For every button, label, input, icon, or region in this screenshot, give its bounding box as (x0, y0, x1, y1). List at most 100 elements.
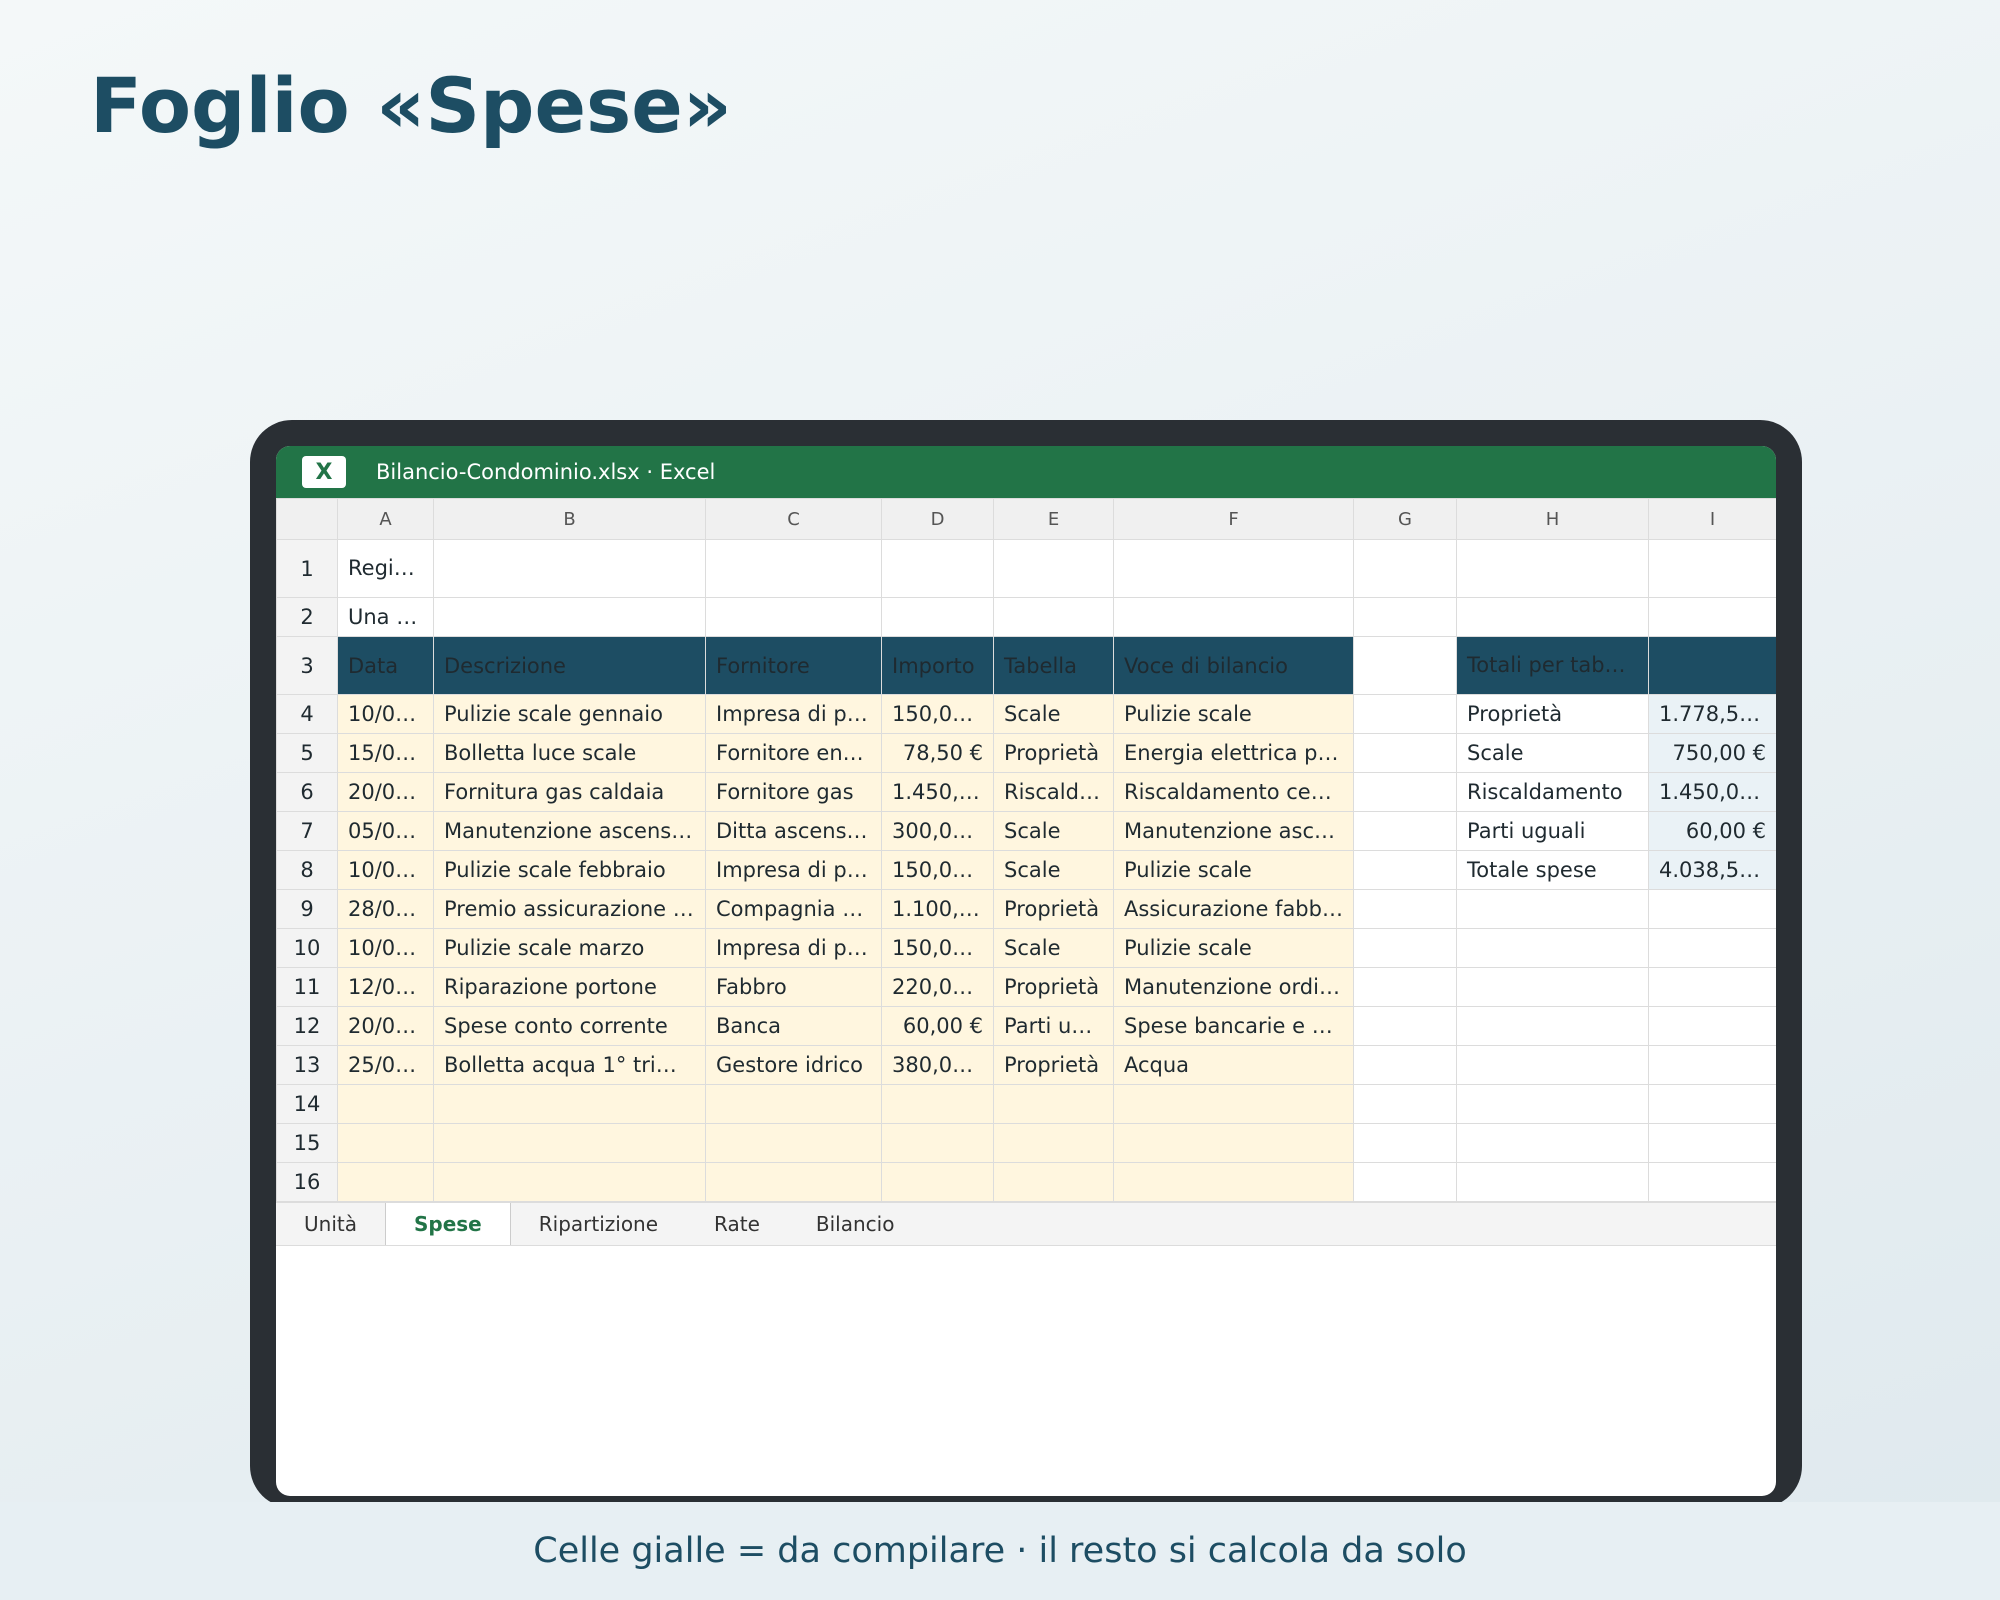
input-cell[interactable]: Pulizie scale marzo (433, 928, 706, 968)
row-number[interactable]: 11 (276, 967, 338, 1007)
grid-cell[interactable] (1648, 1045, 1776, 1085)
input-cell[interactable] (881, 1162, 994, 1202)
column-header-e[interactable]: E (993, 498, 1114, 540)
input-cell[interactable] (1113, 1123, 1354, 1163)
input-cell[interactable]: 220,00 € (881, 967, 994, 1007)
grid-cell[interactable] (1456, 1123, 1649, 1163)
totals-value-cell[interactable]: 1.450,00 € (1648, 772, 1776, 812)
input-cell[interactable]: Scale (993, 850, 1114, 890)
input-cell[interactable]: Impresa di pulizie (705, 694, 882, 734)
input-cell[interactable]: 300,00 € (881, 811, 994, 851)
grid-cell[interactable] (993, 539, 1114, 598)
input-cell[interactable]: 150,00 € (881, 850, 994, 890)
grid-cell[interactable] (1648, 889, 1776, 929)
grid-cell[interactable] (1353, 889, 1457, 929)
totals-label-cell[interactable]: Parti uguali (1456, 811, 1649, 851)
input-cell[interactable]: 380,00 € (881, 1045, 994, 1085)
table-header-cell[interactable]: Importo (881, 636, 994, 695)
grid-cell[interactable] (1456, 597, 1649, 637)
grid-cell[interactable] (1456, 1162, 1649, 1202)
row-number[interactable]: 16 (276, 1162, 338, 1202)
row-number[interactable]: 10 (276, 928, 338, 968)
input-cell[interactable] (337, 1123, 434, 1163)
input-cell[interactable]: 10/01/2025 (337, 694, 434, 734)
input-cell[interactable]: Compagnia assicurativa (705, 889, 882, 929)
grid-cell[interactable] (993, 597, 1114, 637)
input-cell[interactable]: Pulizie scale (1113, 928, 1354, 968)
totals-label-cell[interactable]: Riscaldamento (1456, 772, 1649, 812)
row-number[interactable]: 7 (276, 811, 338, 851)
input-cell[interactable]: Pulizie scale febbraio (433, 850, 706, 890)
grid-cell[interactable] (1353, 811, 1457, 851)
input-cell[interactable] (705, 1123, 882, 1163)
grid-cell[interactable] (1456, 1084, 1649, 1124)
input-cell[interactable]: 25/03/2025 (337, 1045, 434, 1085)
grid-cell[interactable] (433, 597, 706, 637)
row-number[interactable]: 3 (276, 636, 338, 695)
row-number[interactable]: 6 (276, 772, 338, 812)
grid-cell[interactable] (1353, 967, 1457, 1007)
grid-cell[interactable] (1648, 539, 1776, 598)
grid-cell[interactable] (1113, 597, 1354, 637)
input-cell[interactable]: Scale (993, 811, 1114, 851)
grid-cell[interactable] (1456, 889, 1649, 929)
totals-label-cell[interactable]: Totale spese (1456, 850, 1649, 890)
table-header-cell[interactable]: Fornitore (705, 636, 882, 695)
column-header-d[interactable]: D (881, 498, 994, 540)
row-number[interactable]: 14 (276, 1084, 338, 1124)
input-cell[interactable]: Bolletta acqua 1° trimestre (433, 1045, 706, 1085)
totals-header-cell[interactable]: Totali per tabella (1456, 636, 1649, 695)
grid-cell[interactable] (1648, 1084, 1776, 1124)
sheet-tab-1[interactable]: Unità (276, 1203, 385, 1245)
grid-cell[interactable] (1353, 597, 1457, 637)
input-cell[interactable]: Proprietà (993, 733, 1114, 773)
input-cell[interactable]: Proprietà (993, 889, 1114, 929)
row-number[interactable]: 13 (276, 1045, 338, 1085)
input-cell[interactable]: Fabbro (705, 967, 882, 1007)
table-header-cell[interactable]: Tabella (993, 636, 1114, 695)
input-cell[interactable]: 150,00 € (881, 928, 994, 968)
totals-header-value-cell[interactable] (1648, 636, 1776, 695)
sheet-title-cell[interactable]: Registro spese (337, 539, 434, 598)
row-number[interactable]: 15 (276, 1123, 338, 1163)
input-cell[interactable] (433, 1162, 706, 1202)
sheet-subtitle-cell[interactable]: Una riga per ogni spesa (337, 597, 434, 637)
row-number[interactable]: 9 (276, 889, 338, 929)
grid-cell[interactable] (1353, 1006, 1457, 1046)
input-cell[interactable]: Spese conto corrente (433, 1006, 706, 1046)
input-cell[interactable]: Scale (993, 694, 1114, 734)
input-cell[interactable]: 12/03/2025 (337, 967, 434, 1007)
grid-cell[interactable] (1353, 1162, 1457, 1202)
input-cell[interactable]: Fornitore energia (705, 733, 882, 773)
grid-cell[interactable] (1353, 928, 1457, 968)
input-cell[interactable]: Assicurazione fabbricato (1113, 889, 1354, 929)
input-cell[interactable]: Banca (705, 1006, 882, 1046)
sheet-tab-4[interactable]: Rate (686, 1203, 788, 1245)
input-cell[interactable]: 1.100,00 € (881, 889, 994, 929)
sheet-tab-5[interactable]: Bilancio (788, 1203, 923, 1245)
column-header-g[interactable]: G (1353, 498, 1457, 540)
column-header-h[interactable]: H (1456, 498, 1649, 540)
grid-cell[interactable] (1648, 1162, 1776, 1202)
input-cell[interactable]: Proprietà (993, 1045, 1114, 1085)
row-number[interactable]: 12 (276, 1006, 338, 1046)
grid-cell[interactable] (1648, 597, 1776, 637)
input-cell[interactable]: 20/03/2025 (337, 1006, 434, 1046)
totals-label-cell[interactable]: Proprietà (1456, 694, 1649, 734)
grid-cell[interactable] (1353, 1084, 1457, 1124)
grid-cell[interactable] (1456, 928, 1649, 968)
input-cell[interactable]: Fornitore gas (705, 772, 882, 812)
input-cell[interactable] (993, 1084, 1114, 1124)
input-cell[interactable]: Ditta ascensori (705, 811, 882, 851)
grid-cell[interactable] (1648, 1123, 1776, 1163)
input-cell[interactable]: Riparazione portone (433, 967, 706, 1007)
totals-value-cell[interactable]: 750,00 € (1648, 733, 1776, 773)
input-cell[interactable]: Manutenzione ascensore (433, 811, 706, 851)
column-header-a[interactable]: A (337, 498, 434, 540)
row-number[interactable]: 4 (276, 694, 338, 734)
grid-cell[interactable] (1353, 733, 1457, 773)
input-cell[interactable]: 1.450,00 € (881, 772, 994, 812)
input-cell[interactable]: 78,50 € (881, 733, 994, 773)
grid-cell[interactable] (1648, 967, 1776, 1007)
input-cell[interactable] (993, 1162, 1114, 1202)
